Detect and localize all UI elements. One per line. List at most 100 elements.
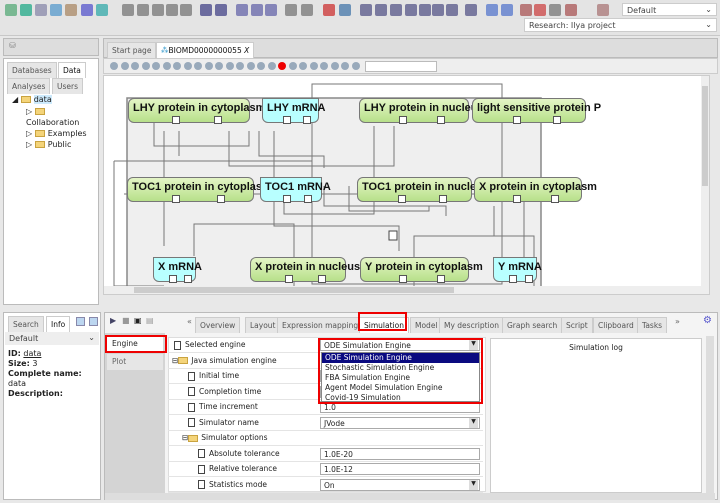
diagram-node[interactable]: TOC1 protein in nucleus	[357, 177, 489, 203]
perspective-select[interactable]: Default ⌄	[622, 3, 717, 16]
diagram-node[interactable]: LHY protein in nucleus	[359, 98, 484, 124]
toolbar-button-icon[interactable]	[323, 4, 335, 16]
diagram-node[interactable]: X protein in nucleus	[250, 257, 360, 283]
toolbar-button-icon[interactable]	[96, 4, 108, 16]
database-icon[interactable]: ⛁	[9, 41, 16, 50]
document-icon[interactable]	[76, 317, 85, 326]
toolbar-button-icon[interactable]	[549, 4, 561, 16]
tab-analyses[interactable]: Analyses	[7, 78, 51, 94]
bottom-horizontal-scrollbar[interactable]	[105, 493, 715, 500]
toolbar-button-icon[interactable]	[432, 4, 444, 16]
toolbar-button-icon[interactable]	[520, 4, 532, 16]
property-value-field[interactable]: On ▼	[320, 478, 480, 491]
toolbar-button-icon[interactable]	[81, 4, 93, 16]
dropdown-arrow-icon[interactable]: ▼	[469, 417, 478, 428]
property-value-field[interactable]: 1.0E-12	[320, 463, 480, 475]
tree-item-examples[interactable]: ▷ Examples	[26, 128, 98, 139]
edit-icon[interactable]	[89, 317, 98, 326]
diagram-tool-icon[interactable]	[183, 62, 192, 70]
tab-script[interactable]: Script	[561, 317, 593, 333]
gear-icon[interactable]: ⚙	[703, 315, 712, 326]
diagram-node[interactable]: LHY mRNA	[262, 98, 325, 124]
toolbar-button-icon[interactable]	[390, 4, 402, 16]
view-select[interactable]: Default ⌄	[5, 332, 99, 345]
tab-start-page[interactable]: Start page	[107, 42, 157, 58]
toolbar-button-icon[interactable]	[360, 4, 372, 16]
tab-layout[interactable]: Layout	[245, 317, 281, 333]
sidebar-item-plot[interactable]: Plot	[107, 354, 163, 370]
diagram-tool-icon[interactable]	[330, 62, 339, 70]
diagram-node[interactable]: TOC1 protein in cytoplasm	[127, 177, 272, 203]
diagram-tool-icon[interactable]	[204, 62, 213, 70]
toolbar-button-icon[interactable]	[301, 4, 313, 16]
tab-users[interactable]: Users	[52, 78, 84, 94]
toolbar-button-icon[interactable]	[405, 4, 417, 16]
horizontal-scrollbar[interactable]	[104, 286, 709, 294]
toolbar-button-icon[interactable]	[65, 4, 77, 16]
toolbar-button-icon[interactable]	[419, 4, 431, 16]
toolbar-button-icon[interactable]	[265, 4, 277, 16]
diagram-tool-icon[interactable]	[215, 62, 223, 70]
diagram-tool-icon[interactable]	[152, 62, 160, 70]
diagram-tool-icon[interactable]	[162, 62, 171, 70]
toolbar-button-icon[interactable]	[486, 4, 498, 16]
diagram-tool-icon[interactable]	[341, 62, 349, 70]
toolbar-button-icon[interactable]	[465, 4, 477, 16]
diagram-tool-icon[interactable]	[173, 62, 181, 70]
tab-search[interactable]: Search	[8, 316, 44, 332]
diagram-tool-icon[interactable]	[236, 62, 244, 70]
property-value-field[interactable]: 1.0E-20	[320, 447, 480, 460]
toolbar-button-icon[interactable]	[166, 4, 178, 16]
tab-overview[interactable]: Overview	[195, 317, 241, 333]
tab-data[interactable]: Data	[58, 62, 86, 78]
id-link[interactable]: data	[23, 349, 41, 358]
tab-biomd[interactable]: ⁂BIOMD0000000055 X	[156, 42, 255, 58]
diagram-tool-icon[interactable]	[299, 62, 307, 70]
toolbar-button-icon[interactable]	[446, 4, 458, 16]
diagram-tool-icon[interactable]	[320, 62, 328, 70]
toolbar-button-icon[interactable]	[20, 4, 32, 16]
toolbar-button-icon[interactable]	[5, 4, 17, 16]
dropdown-arrow-icon[interactable]: ▼	[469, 479, 478, 490]
tree-item-collaboration[interactable]: ▷ Collaboration	[26, 106, 98, 128]
toolbar-button-icon[interactable]	[339, 4, 351, 16]
project-select[interactable]: Research: Ilya project ⌄	[524, 18, 717, 32]
toolbar-button-icon[interactable]	[501, 4, 513, 16]
property-value-field[interactable]: JVode ▼	[320, 416, 480, 429]
toolbar-button-icon[interactable]	[215, 4, 227, 16]
diagram-node[interactable]: Y protein in cytoplasm	[360, 257, 483, 283]
play-icon[interactable]: ▶	[110, 316, 116, 325]
diagram-node[interactable]: X protein in cytoplasm	[474, 177, 597, 203]
toolbar-button-icon[interactable]	[285, 4, 297, 16]
vertical-scrollbar[interactable]	[701, 76, 709, 288]
diagram-tool-icon[interactable]	[288, 62, 297, 70]
tree-root[interactable]: ◢ data	[12, 95, 52, 104]
toolbar-button-icon[interactable]	[137, 4, 149, 16]
toolbar-button-icon[interactable]	[251, 4, 263, 16]
diagram-search-input[interactable]	[365, 61, 437, 72]
close-icon[interactable]: X	[244, 46, 249, 55]
diagram-tool-icon[interactable]	[309, 62, 318, 70]
diagram-tool-icon[interactable]	[194, 62, 202, 70]
tab-clipboard[interactable]: Clipboard	[593, 317, 639, 333]
tab-graph-search[interactable]: Graph search	[502, 317, 563, 333]
clipboard-icon[interactable]: ▤	[146, 316, 154, 325]
diagram-tool-icon[interactable]	[110, 62, 118, 70]
diagram-canvas[interactable]: LHY protein in cytoplasm LHY mRNA LHY prot…	[103, 75, 710, 295]
toolbar-button-icon[interactable]	[597, 4, 609, 16]
diagram-tool-icon[interactable]	[120, 62, 129, 70]
tabs-scroll-right-icon[interactable]: »	[675, 317, 680, 326]
tab-tasks[interactable]: Tasks	[637, 317, 668, 333]
diagram-node[interactable]: X mRNA	[153, 257, 202, 283]
toolbar-button-icon[interactable]	[180, 4, 192, 16]
diagram-node[interactable]: TOC1 mRNA	[260, 177, 331, 203]
tab-my-description[interactable]: My description	[439, 317, 504, 333]
stop-icon[interactable]: ■	[122, 316, 130, 325]
toolbar-button-icon[interactable]	[50, 4, 62, 16]
diagram-tool-icon[interactable]	[131, 62, 139, 70]
diagram-tool-icon[interactable]	[246, 62, 255, 70]
diagram-node[interactable]: Y mRNA	[493, 257, 542, 283]
toolbar-button-icon[interactable]	[236, 4, 248, 16]
log-scrollbar[interactable]	[706, 336, 714, 494]
diagram-node[interactable]: LHY protein in cytoplasm	[128, 98, 265, 124]
